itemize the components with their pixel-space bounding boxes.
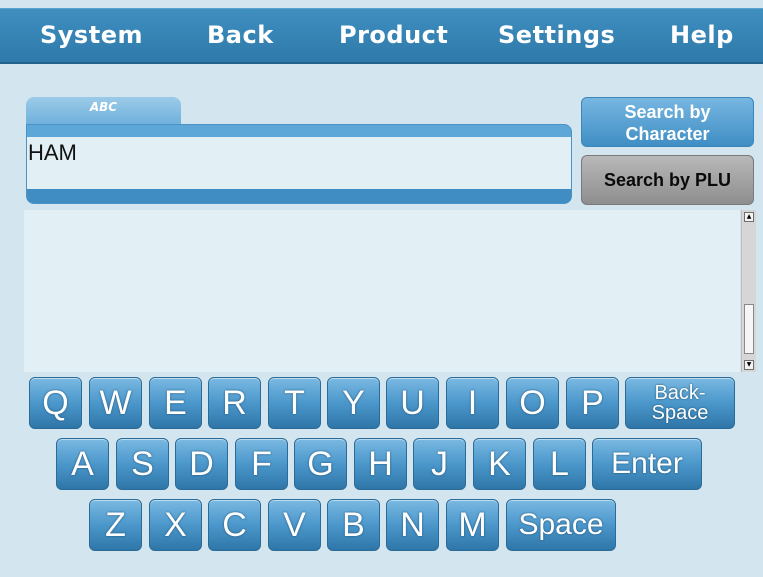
screen: System Back Product Settings Help ABC HA… <box>0 0 763 577</box>
entry-mode-tab: ABC <box>26 97 181 127</box>
results-list[interactable] <box>24 210 740 372</box>
menu-product[interactable]: Product <box>339 9 448 62</box>
space-key[interactable]: Space <box>506 499 616 551</box>
key-y[interactable]: Y <box>327 377 380 429</box>
results-scrollbar[interactable]: ▲ ▼ <box>741 210 756 372</box>
key-d[interactable]: D <box>175 438 228 490</box>
key-t[interactable]: T <box>268 377 321 429</box>
scroll-thumb[interactable] <box>744 304 754 354</box>
backspace-label-1: Back- <box>654 382 706 404</box>
key-p[interactable]: P <box>566 377 619 429</box>
key-f[interactable]: F <box>235 438 288 490</box>
key-r[interactable]: R <box>208 377 261 429</box>
menu-bar: System Back Product Settings Help <box>0 8 763 64</box>
menu-help[interactable]: Help <box>670 9 734 62</box>
search-input-panel[interactable] <box>26 124 572 204</box>
key-i[interactable]: I <box>446 377 499 429</box>
menu-system[interactable]: System <box>40 9 143 62</box>
key-k[interactable]: K <box>473 438 526 490</box>
scroll-down-arrow-icon[interactable]: ▼ <box>744 360 754 370</box>
menu-back[interactable]: Back <box>207 9 274 62</box>
scroll-up-arrow-icon[interactable]: ▲ <box>744 212 754 222</box>
key-u[interactable]: U <box>386 377 439 429</box>
key-w[interactable]: W <box>89 377 142 429</box>
search-by-plu-button[interactable]: Search by PLU <box>581 155 754 205</box>
key-l[interactable]: L <box>533 438 586 490</box>
search-by-character-label-2: Character <box>625 124 710 144</box>
menu-settings[interactable]: Settings <box>498 9 615 62</box>
backspace-key[interactable]: Back- Space <box>625 377 735 429</box>
search-by-character-label-1: Search by <box>624 102 711 122</box>
key-o[interactable]: O <box>506 377 559 429</box>
key-j[interactable]: J <box>413 438 466 490</box>
search-input[interactable]: HAM <box>28 140 77 166</box>
key-m[interactable]: M <box>446 499 499 551</box>
key-c[interactable]: C <box>208 499 261 551</box>
key-a[interactable]: A <box>56 438 109 490</box>
search-by-character-button[interactable]: Search by Character <box>581 97 754 147</box>
key-g[interactable]: G <box>294 438 347 490</box>
entry-mode-label: ABC <box>89 100 118 114</box>
key-v[interactable]: V <box>268 499 321 551</box>
key-z[interactable]: Z <box>89 499 142 551</box>
backspace-label-2: Space <box>651 402 709 424</box>
key-b[interactable]: B <box>327 499 380 551</box>
key-n[interactable]: N <box>386 499 439 551</box>
key-q[interactable]: Q <box>29 377 82 429</box>
enter-key[interactable]: Enter <box>592 438 702 490</box>
key-e[interactable]: E <box>149 377 202 429</box>
key-h[interactable]: H <box>354 438 407 490</box>
key-x[interactable]: X <box>149 499 202 551</box>
key-s[interactable]: S <box>116 438 169 490</box>
